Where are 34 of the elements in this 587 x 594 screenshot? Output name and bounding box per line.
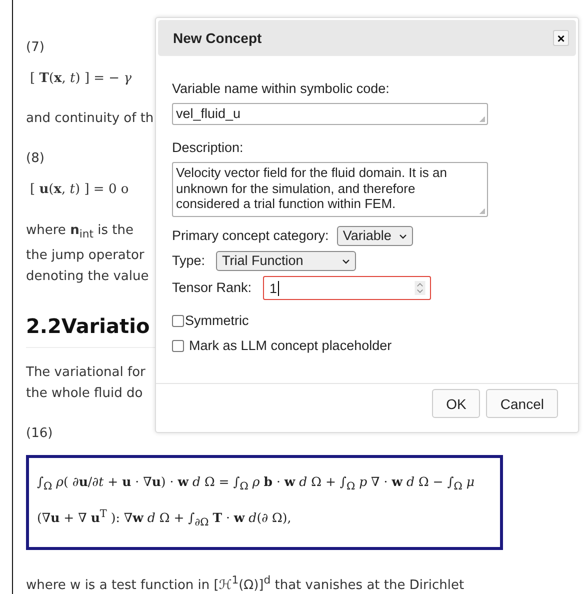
- paragraph-line: The variational for: [26, 364, 146, 380]
- variable-name-field[interactable]: vel_fluid_u: [172, 103, 488, 125]
- checkbox[interactable]: [172, 315, 184, 327]
- field-label: Description:: [172, 139, 244, 157]
- description-field[interactable]: Velocity vector field for the fluid domain. It is an unknown for the simulation, and therefore considered a trial function within FEM.: [172, 162, 488, 217]
- equation-number: (8): [26, 151, 44, 166]
- section-heading: 2.2Variatio: [26, 314, 150, 338]
- dialog-title: New Concept: [173, 30, 262, 46]
- type-select[interactable]: Trial Function: [216, 251, 356, 271]
- paragraph-line: where n$_{int}$ is the: [26, 223, 134, 238]
- field-label: Variable name within symbolic code:: [172, 80, 390, 98]
- equation-number: (16): [26, 426, 53, 441]
- tensor-rank-field[interactable]: 1: [262, 276, 431, 300]
- paragraph-line: the jump operator: [26, 248, 144, 263]
- close-button[interactable]: ×: [553, 30, 569, 46]
- field-label: Tensor Rank:: [172, 279, 252, 297]
- category-select[interactable]: Variable: [336, 226, 414, 246]
- paragraph-line: denoting the value: [26, 268, 149, 284]
- checkbox-label: Symmetric: [185, 312, 249, 330]
- cancel-button[interactable]: Cancel: [486, 389, 558, 418]
- checkbox-label: Mark as LLM concept placeholder: [189, 337, 392, 355]
- spinner-arrows-icon[interactable]: [414, 281, 426, 295]
- math-formula: [ u(x, t) ] = 0 o: [30, 182, 129, 197]
- chevron-down-icon: [342, 258, 350, 264]
- field-label: Primary concept category:: [172, 227, 329, 245]
- field-label: Type:: [172, 252, 206, 270]
- ok-button[interactable]: OK: [432, 389, 480, 418]
- paragraph-text: and continuity of th: [26, 111, 154, 126]
- chevron-down-icon: [399, 234, 408, 238]
- paragraph-line: the whole fluid do: [26, 386, 143, 401]
- equation-number: (7): [26, 40, 44, 55]
- equation-box: ∫$_{Ω}$ ρ( ∂u/∂t + u · ∇u) · w d Ω = ∫$_{Ω}$ ρ b · w d Ω + ∫$_{Ω}$ p ∇ · w d Ω − ∫$_{Ω}$ μ (∇u + ∇ u$^{T}$ ): ∇w d Ω + ∫$_{∂Ω}$ T · w d(∂ Ω),: [26, 454, 503, 550]
- checkbox[interactable]: [172, 340, 184, 352]
- math-formula: [ T(x, t) ] = − γ: [30, 71, 132, 86]
